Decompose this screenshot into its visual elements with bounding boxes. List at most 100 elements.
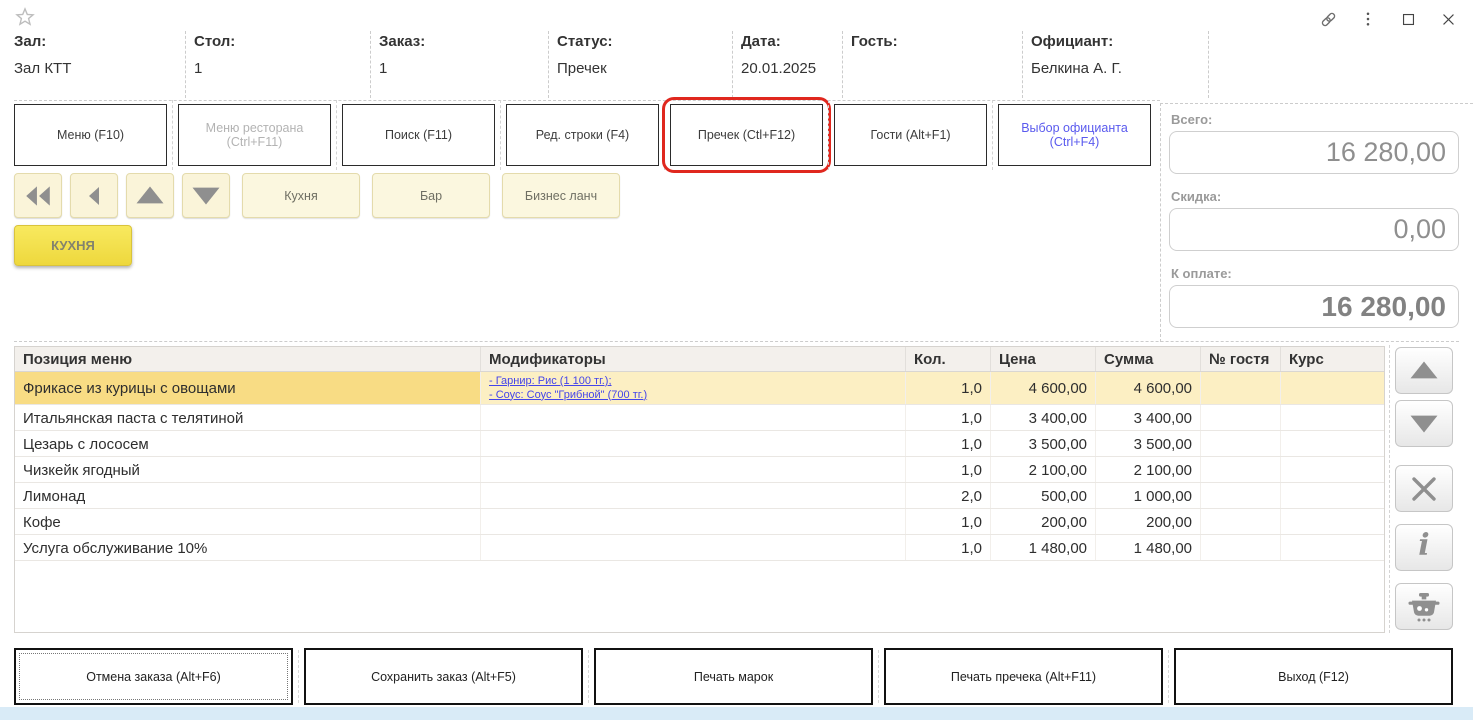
divider: [1389, 345, 1390, 633]
cell-guest: [1201, 509, 1281, 534]
total-field: 16 280,00: [1169, 131, 1459, 174]
order-info-bar: Зал:Зал КТТСтол:1Заказ:1Статус:ПречекДат…: [14, 31, 1209, 98]
cell-position: Услуга обслуживание 10%: [15, 535, 481, 560]
footer-button[interactable]: Сохранить заказ (Alt+F5): [304, 648, 583, 705]
nav-down-icon[interactable]: [182, 173, 230, 218]
table-row[interactable]: Лимонад2,0500,001 000,00: [15, 483, 1384, 509]
table-row[interactable]: Чизкейк ягодный1,02 100,002 100,00: [15, 457, 1384, 483]
category-button[interactable]: Бизнес ланч: [502, 173, 620, 218]
modifier-link[interactable]: - Гарнир: Рис (1 100 тг.);: [489, 375, 612, 389]
footer-button[interactable]: Выход (F12): [1174, 648, 1453, 705]
toolbar-button[interactable]: Пречек (Ctl+F12): [670, 104, 823, 166]
cell-position: Цезарь с лососем: [15, 431, 481, 456]
cell-modifiers: [481, 483, 906, 508]
link-icon[interactable]: [1315, 6, 1341, 32]
toolbar: Меню (F10)Меню ресторана (Ctrl+F11)Поиск…: [14, 104, 1151, 166]
cell-guest: [1201, 457, 1281, 482]
column-header[interactable]: Кол.: [906, 347, 991, 371]
cell-qty: 1,0: [906, 509, 991, 534]
column-header[interactable]: Сумма: [1096, 347, 1201, 371]
order-info-field: Статус:Пречек: [549, 31, 733, 98]
cell-sum: 3 400,00: [1096, 405, 1201, 430]
cell-guest: [1201, 372, 1281, 404]
column-header[interactable]: Позиция меню: [15, 347, 481, 371]
close-icon[interactable]: [1435, 6, 1461, 32]
field-value: 1: [379, 60, 540, 77]
cell-course: [1281, 372, 1384, 404]
divider: [873, 648, 884, 705]
nav-left-icon[interactable]: [70, 173, 118, 218]
column-header[interactable]: Курс: [1281, 347, 1384, 371]
table-row[interactable]: Итальянская паста с телятиной1,03 400,00…: [15, 405, 1384, 431]
cell-modifiers: - Гарнир: Рис (1 100 тг.);- Соус: Соус "…: [481, 372, 906, 404]
field-label: Заказ:: [379, 33, 540, 50]
divider: [823, 104, 834, 166]
field-label: Официант:: [1031, 33, 1200, 50]
cell-guest: [1201, 405, 1281, 430]
category-button[interactable]: Кухня: [242, 173, 360, 218]
cell-sum: 3 500,00: [1096, 431, 1201, 456]
bottom-strip: [0, 707, 1473, 720]
footer-button[interactable]: Отмена заказа (Alt+F6): [14, 648, 293, 705]
scroll-up-button[interactable]: [1395, 347, 1453, 394]
column-header[interactable]: Модификаторы: [481, 347, 906, 371]
footer-button[interactable]: Печать марок: [594, 648, 873, 705]
cell-qty: 1,0: [906, 535, 991, 560]
table-row[interactable]: Кофе1,0200,00200,00: [15, 509, 1384, 535]
info-button[interactable]: i: [1395, 524, 1453, 571]
order-info-field: Заказ: 1: [371, 31, 549, 98]
divider: [1163, 648, 1174, 705]
cell-sum: 200,00: [1096, 509, 1201, 534]
cell-guest: [1201, 431, 1281, 456]
table-row[interactable]: Цезарь с лососем1,03 500,003 500,00: [15, 431, 1384, 457]
order-info-field: Дата:20.01.2025: [733, 31, 843, 98]
cell-modifiers: [481, 535, 906, 560]
nav-up-icon[interactable]: [126, 173, 174, 218]
maximize-icon[interactable]: [1395, 6, 1421, 32]
cell-price: 3 400,00: [991, 405, 1096, 430]
delete-row-button[interactable]: [1395, 465, 1453, 512]
field-value: 1: [194, 60, 362, 77]
cell-guest: [1201, 535, 1281, 560]
cell-position: Лимонад: [15, 483, 481, 508]
kebab-menu-icon[interactable]: [1355, 6, 1381, 32]
field-value: Зал КТТ: [14, 60, 177, 77]
active-category-button[interactable]: КУХНЯ: [14, 225, 132, 266]
column-header[interactable]: № гостя: [1201, 347, 1281, 371]
order-info-field: Зал: Зал КТТ: [14, 31, 186, 98]
table-row[interactable]: Услуга обслуживание 10%1,01 480,001 480,…: [15, 535, 1384, 561]
category-button[interactable]: Бар: [372, 173, 490, 218]
cell-modifiers: [481, 431, 906, 456]
toolbar-button[interactable]: Гости (Alt+F1): [834, 104, 987, 166]
toolbar-button[interactable]: Меню (F10): [14, 104, 167, 166]
favorite-star-icon[interactable]: [14, 6, 38, 30]
table-row[interactable]: Фрикасе из курицы с овощами- Гарнир: Рис…: [15, 372, 1384, 405]
column-header[interactable]: Цена: [991, 347, 1096, 371]
cell-sum: 1 480,00: [1096, 535, 1201, 560]
cell-course: [1281, 535, 1384, 560]
cell-sum: 1 000,00: [1096, 483, 1201, 508]
toolbar-button[interactable]: Ред. строки (F4): [506, 104, 659, 166]
modifier-link[interactable]: - Соус: Соус "Грибной" (700 тг.): [489, 389, 647, 403]
payable-field: 16 280,00: [1169, 285, 1459, 328]
toolbar-button[interactable]: Поиск (F11): [342, 104, 495, 166]
field-label: Зал:: [14, 33, 177, 50]
order-table: Позиция менюМодификаторыКол.ЦенаСумма№ г…: [14, 346, 1385, 633]
toolbar-button[interactable]: Выбор официанта (Ctrl+F4): [998, 104, 1151, 166]
field-value: Белкина А. Г.: [1031, 60, 1200, 77]
toolbar-button[interactable]: Меню ресторана (Ctrl+F11): [178, 104, 331, 166]
kitchen-pot-button[interactable]: [1395, 583, 1453, 630]
cell-position: Фрикасе из курицы с овощами: [15, 372, 481, 404]
cell-position: Кофе: [15, 509, 481, 534]
nav-double-left-icon[interactable]: [14, 173, 62, 218]
cell-qty: 1,0: [906, 405, 991, 430]
footer-button[interactable]: Печать пречека (Alt+F11): [884, 648, 1163, 705]
scroll-down-button[interactable]: [1395, 400, 1453, 447]
cell-guest: [1201, 483, 1281, 508]
cell-modifiers: [481, 457, 906, 482]
cell-course: [1281, 483, 1384, 508]
discount-label: Скидка:: [1171, 189, 1459, 204]
totals-panel: Всего: 16 280,00 Скидка: 0,00 К оплате: …: [1160, 103, 1473, 342]
payable-label: К оплате:: [1171, 266, 1459, 281]
total-value: 16 280,00: [1326, 137, 1446, 168]
